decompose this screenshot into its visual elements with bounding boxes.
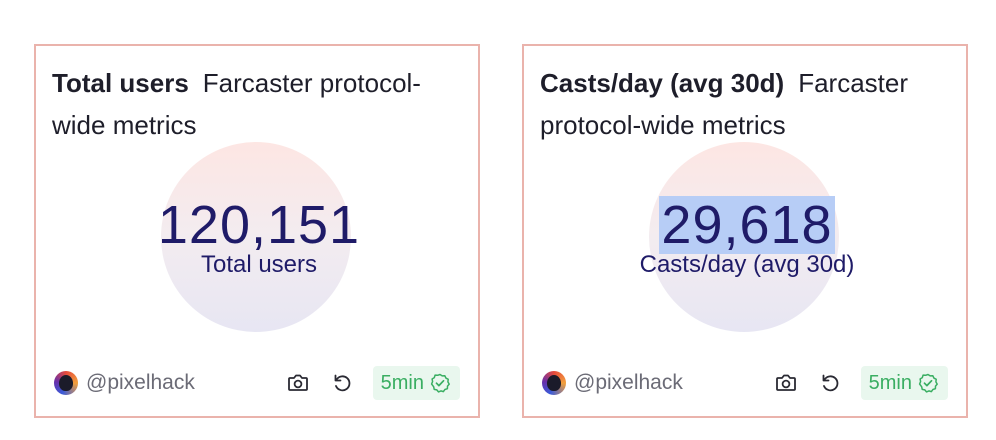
metric-card-total-users: Total users Farcaster protocol-wide metri… xyxy=(34,44,480,418)
snapshot-button[interactable] xyxy=(773,370,799,396)
card-title: Casts/day (avg 30d) xyxy=(540,68,785,98)
check-circle-icon xyxy=(918,373,938,393)
author-avatar xyxy=(54,371,78,395)
metric-label: Casts/day (avg 30d) xyxy=(639,251,855,278)
freshness-badge[interactable]: 5min xyxy=(372,366,460,400)
refresh-button[interactable] xyxy=(329,370,355,396)
author-avatar xyxy=(542,371,566,395)
metric-value-container: 120,151 xyxy=(36,196,482,256)
refresh-icon xyxy=(334,374,350,392)
card-actions: 5min xyxy=(285,366,460,400)
freshness-text: 5min xyxy=(380,371,424,394)
author-handle: @pixelhack xyxy=(86,371,195,394)
card-footer: @pixelhack 5min xyxy=(54,366,460,400)
card-footer: @pixelhack 5min xyxy=(542,366,948,400)
freshness-badge[interactable]: 5min xyxy=(860,366,948,400)
snapshot-button[interactable] xyxy=(285,370,311,396)
author-link[interactable]: @pixelhack xyxy=(54,366,195,400)
author-link[interactable]: @pixelhack xyxy=(542,366,683,400)
metric-label: Total users xyxy=(200,251,318,278)
author-handle: @pixelhack xyxy=(574,371,683,394)
card-header: Total users Farcaster protocol-wide metri… xyxy=(52,62,466,146)
camera-icon xyxy=(775,374,796,391)
card-title: Total users xyxy=(52,68,189,98)
check-circle-icon xyxy=(430,373,450,393)
card-header: Casts/day (avg 30d) Farcaster protocol-wi… xyxy=(540,62,954,146)
metric-card-casts-per-day: Casts/day (avg 30d) Farcaster protocol-wi… xyxy=(522,44,968,418)
metric-value[interactable]: 120,151 xyxy=(156,196,362,254)
camera-icon xyxy=(287,374,308,391)
metric-value-selected[interactable]: 29,618 xyxy=(659,196,835,254)
refresh-button[interactable] xyxy=(817,370,843,396)
freshness-text: 5min xyxy=(868,371,912,394)
card-actions: 5min xyxy=(773,366,948,400)
refresh-icon xyxy=(822,374,838,392)
metric-value-container: 29,618 xyxy=(524,196,970,256)
